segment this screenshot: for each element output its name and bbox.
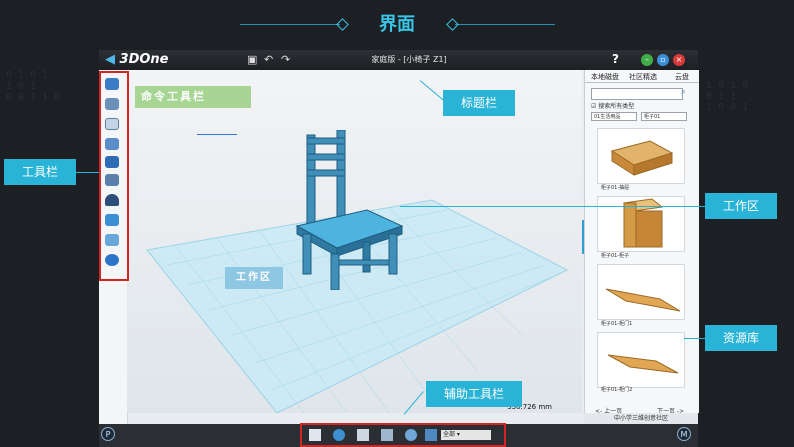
callout-aux-toolbar: 辅助工具栏: [426, 381, 522, 407]
app-logo: ◀ 3DOne: [105, 52, 169, 67]
resource-thumbnail-drawer[interactable]: [597, 128, 685, 184]
workspace-marker: [197, 134, 237, 135]
callout-line: [684, 338, 705, 339]
document-title: 家庭版 - [小椅子 Z1]: [371, 55, 447, 64]
workspace[interactable]: 命令工具栏 工作区 338.726 mm: [127, 70, 582, 413]
category-select[interactable]: 01生活用品: [591, 112, 637, 121]
tab-local-disk[interactable]: 本地磁盘: [591, 72, 619, 82]
community-link[interactable]: 中小学三维创意社区: [584, 413, 698, 424]
resource-thumbnail-cabinet[interactable]: [597, 196, 685, 252]
resource-caption: 柜子01-柜门1: [601, 321, 633, 327]
title-bar: ◀ 3DOne ▣ ↶ ↷ 家庭版 - [小椅子 Z1] ? – ▫ ×: [99, 50, 698, 70]
search-icon[interactable]: ⌕: [681, 87, 685, 97]
tab-community[interactable]: 社区精选: [629, 72, 657, 82]
item-select[interactable]: 柜子01: [641, 112, 687, 121]
redo-icon[interactable]: ↷: [281, 53, 290, 66]
resource-thumbnail-door2[interactable]: [597, 332, 685, 388]
p-button[interactable]: P: [101, 427, 115, 441]
resource-panel: 本地磁盘 社区精选 云盘 ⌕ ☑ 搜索所有类型 01生活用品 柜子01 柜子01…: [584, 70, 699, 415]
slide-title: 界面: [379, 14, 415, 35]
aux-toolbar-highlight-box: [300, 423, 506, 447]
tab-divider: [585, 82, 699, 83]
resource-search-input[interactable]: [591, 88, 683, 100]
command-toolbar-label: 命令工具栏: [135, 86, 251, 108]
undo-icon[interactable]: ↶: [264, 53, 273, 66]
maximize-button[interactable]: ▫: [657, 54, 669, 66]
callout-library: 资源库: [705, 325, 777, 351]
callout-titlebar: 标题栏: [443, 90, 515, 116]
callout-line: [400, 206, 705, 207]
resource-caption: 柜子01-柜门2: [601, 387, 633, 393]
app-window: ◀ 3DOne ▣ ↶ ↷ 家庭版 - [小椅子 Z1] ? – ▫ × 命令工…: [99, 50, 699, 447]
tab-cloud[interactable]: 云盘: [675, 72, 689, 82]
resource-caption: 柜子01-柜子: [601, 253, 630, 259]
close-button[interactable]: ×: [673, 54, 685, 66]
binary-decoration: 0 1 0 11 0 10 0 1 1 0: [6, 70, 61, 103]
help-button[interactable]: ?: [612, 52, 619, 66]
callout-workspace: 工作区: [705, 193, 777, 219]
callout-line: [76, 172, 99, 173]
m-button[interactable]: M: [677, 427, 691, 441]
toolbar-highlight-box: [99, 71, 129, 281]
resource-thumbnail-door1[interactable]: [597, 264, 685, 320]
minimize-button[interactable]: –: [641, 54, 653, 66]
binary-decoration-right: 1 0 1 00 1 11 0 0 1: [706, 80, 749, 113]
resource-caption: 柜子01-抽屉: [601, 185, 630, 191]
chair-model[interactable]: [277, 130, 427, 290]
save-icon[interactable]: ▣: [247, 53, 257, 66]
search-all-types-checkbox[interactable]: ☑ 搜索所有类型: [591, 101, 634, 110]
work-area-label: 工作区: [225, 267, 283, 289]
callout-toolbar: 工具栏: [4, 159, 76, 185]
